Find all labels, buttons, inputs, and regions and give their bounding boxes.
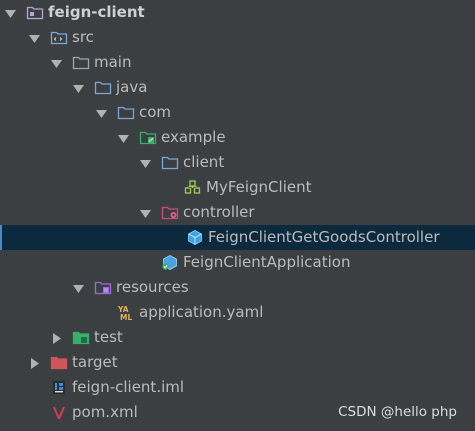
- package-folder-icon: [117, 104, 135, 121]
- tree-node[interactable]: feign-client: [0, 0, 475, 25]
- test-folder-icon: [72, 329, 90, 346]
- folder-icon: [72, 54, 90, 71]
- tree-node-label: feign-client.iml: [72, 378, 185, 396]
- tree-node[interactable]: test: [0, 325, 475, 350]
- expand-arrow-icon[interactable]: [117, 131, 130, 144]
- project-tree: feign-client src main java com example client M…: [0, 0, 475, 431]
- tree-node[interactable]: resources: [0, 275, 475, 300]
- svg-text:ML: ML: [120, 313, 132, 321]
- source-folder-icon: [50, 29, 68, 46]
- tree-node-label: FeignClientApplication: [183, 253, 351, 271]
- tree-node[interactable]: FeignClientApplication: [0, 250, 475, 275]
- tree-node[interactable]: com: [0, 100, 475, 125]
- tree-node-label: main: [94, 53, 132, 71]
- tree-node-label: com: [139, 103, 172, 121]
- tree-node-label: example: [161, 128, 226, 146]
- expand-arrow-icon[interactable]: [139, 156, 152, 169]
- tree-node[interactable]: YA ML application.yaml: [0, 300, 475, 325]
- source-root-folder-icon: [94, 79, 112, 96]
- spring-bean-class-icon: [186, 229, 204, 246]
- iml-file-icon: [50, 379, 68, 396]
- tree-node-label: test: [94, 328, 123, 346]
- tree-node-label: target: [72, 353, 118, 371]
- tree-node[interactable]: java: [0, 75, 475, 100]
- tree-node-label: MyFeignClient: [206, 178, 312, 196]
- controller-package-icon: [161, 204, 179, 221]
- expand-arrow-icon[interactable]: [4, 6, 17, 19]
- expand-arrow-icon[interactable]: [28, 31, 41, 44]
- tree-node[interactable]: MyFeignClient: [0, 175, 475, 200]
- spring-boot-app-icon: [161, 254, 179, 271]
- expand-arrow-icon[interactable]: [139, 206, 152, 219]
- collapse-arrow-icon[interactable]: [50, 331, 63, 344]
- tree-node-label: src: [72, 28, 94, 46]
- tree-node-label: feign-client: [48, 3, 145, 21]
- tree-node[interactable]: FeignClientGetGoodsController: [0, 225, 475, 250]
- tree-node[interactable]: example: [0, 125, 475, 150]
- tree-node-label: java: [116, 78, 148, 96]
- tree-node[interactable]: main: [0, 50, 475, 75]
- expand-arrow-icon[interactable]: [72, 281, 85, 294]
- watermark: CSDN @hello php: [338, 404, 457, 420]
- tree-node[interactable]: controller: [0, 200, 475, 225]
- resources-folder-icon: [94, 279, 112, 296]
- collapse-arrow-icon[interactable]: [28, 356, 41, 369]
- tree-node[interactable]: src: [0, 25, 475, 50]
- tree-node[interactable]: client: [0, 150, 475, 175]
- tree-node-label: client: [183, 153, 225, 171]
- spring-package-icon: [139, 129, 157, 146]
- tree-node-label: application.yaml: [139, 303, 264, 321]
- expand-arrow-icon[interactable]: [95, 106, 108, 119]
- maven-pom-icon: [50, 404, 68, 421]
- yaml-file-icon: YA ML: [117, 304, 135, 322]
- feign-interface-icon: [184, 179, 202, 196]
- expand-arrow-icon[interactable]: [72, 81, 85, 94]
- tree-node[interactable]: target: [0, 350, 475, 375]
- tree-node-label: resources: [116, 278, 189, 296]
- tree-node-label: pom.xml: [72, 403, 138, 421]
- package-folder-icon: [161, 154, 179, 171]
- tree-node[interactable]: feign-client.iml: [0, 375, 475, 400]
- tree-node-label: controller: [183, 203, 255, 221]
- module-folder-icon: [26, 4, 44, 21]
- excluded-folder-icon: [50, 354, 68, 371]
- tree-node-label: FeignClientGetGoodsController: [208, 228, 440, 246]
- expand-arrow-icon[interactable]: [50, 56, 63, 69]
